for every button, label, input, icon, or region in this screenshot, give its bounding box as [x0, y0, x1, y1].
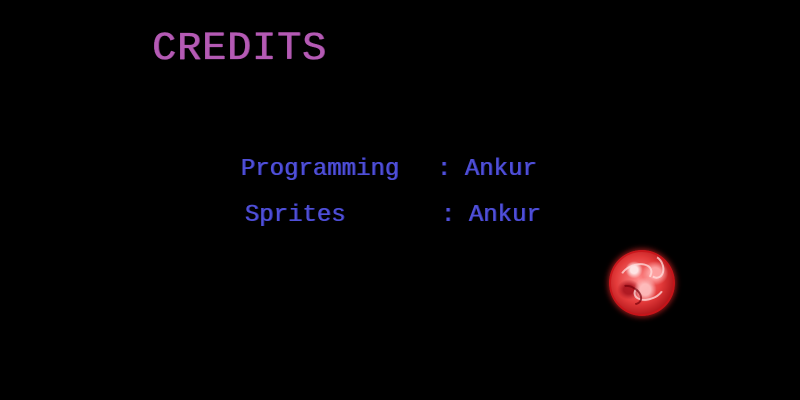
credits-title: CREDITS: [152, 27, 328, 72]
credit-row-sprites: Sprites: Ankur: [187, 174, 541, 258]
credit-role: Sprites: [244, 202, 346, 229]
red-planet-icon: [609, 250, 675, 316]
credit-name: Ankur: [468, 202, 541, 229]
credit-separator: :: [440, 202, 456, 229]
credits-screen: CREDITS Programming: Ankur Sprites: Ankur: [0, 0, 800, 400]
